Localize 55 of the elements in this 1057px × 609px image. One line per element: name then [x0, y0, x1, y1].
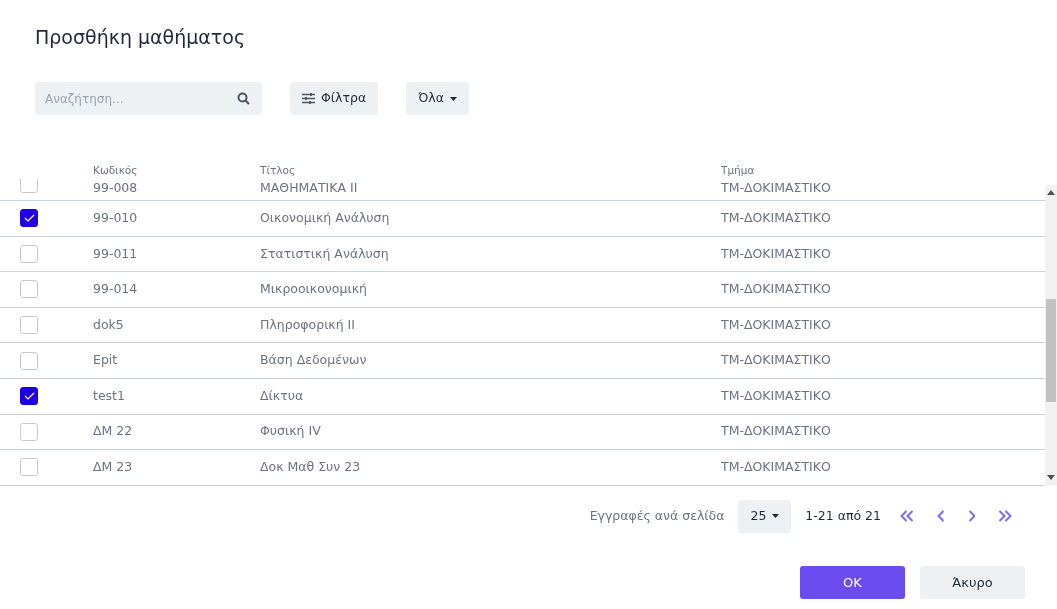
search-field[interactable]: Αναζήτηση...	[35, 82, 262, 115]
table-cell: 99-010	[93, 209, 138, 225]
table-cell: ΤΜ-ΔΟΚΙΜΑΣΤΙΚΟ	[721, 316, 831, 332]
table-cell: 99-011	[93, 245, 138, 261]
scope-dropdown[interactable]: Όλα	[406, 82, 469, 115]
checkbox[interactable]	[20, 387, 38, 406]
table-cell: ΤΜ-ΔΟΚΙΜΑΣΤΙΚΟ	[721, 352, 831, 368]
rows-per-page-dropdown[interactable]: 25	[738, 499, 792, 533]
scrollbar-thumb[interactable]	[1046, 299, 1056, 402]
filters-button[interactable]: Φίλτρα	[290, 82, 379, 115]
table-cell: ΤΜ-ΔΟΚΙΜΑΣΤΙΚΟ	[721, 281, 831, 297]
check-icon	[23, 214, 35, 223]
table-cell: Δοκ Μαθ Συν 23	[260, 459, 361, 475]
table-cell: 99-008	[93, 180, 138, 195]
table-cell: test1	[93, 387, 125, 403]
table-cell: ΤΜ-ΔΟΚΙΜΑΣΤΙΚΟ	[721, 245, 831, 261]
ok-button[interactable]: OK	[800, 565, 905, 599]
table-cell: ΤΜ-ΔΟΚΙΜΑΣΤΙΚΟ	[721, 209, 831, 225]
chevron-icon	[967, 510, 975, 523]
page-range: 1-21 από 21	[805, 506, 881, 525]
table-cell: Φυσική IV	[260, 423, 321, 439]
column-header[interactable]: Τίτλος	[260, 164, 296, 177]
cancel-button[interactable]: Άκυρο	[920, 565, 1025, 599]
table-cell: ΔΜ 23	[93, 459, 133, 475]
table-cell: Μικροοικονομική	[260, 281, 367, 297]
table-cell: 99-014	[93, 281, 138, 297]
table-cell: Πληροφορική ΙΙ	[260, 316, 355, 332]
dialog-title: Προσθήκη μαθήματος	[34, 25, 247, 50]
chevron-icon	[997, 510, 1013, 523]
scroll-down-icon[interactable]	[1047, 475, 1055, 481]
table-cell: ΔΜ 22	[93, 423, 133, 439]
table-cell: Δίκτυα	[260, 387, 304, 403]
table-cell: ΤΜ-ΔΟΚΙΜΑΣΤΙΚΟ	[721, 180, 831, 195]
table-cell: ΤΜ-ΔΟΚΙΜΑΣΤΙΚΟ	[721, 423, 831, 439]
table-cell: Epit	[93, 352, 118, 368]
caret-icon	[449, 96, 457, 101]
table-cell: Οικονομική Ανάλυση	[260, 209, 390, 225]
rows-per-page-label: Εγγραφές ανά σελίδα	[589, 506, 725, 525]
chevron-icon	[899, 510, 915, 523]
table-cell: Στατιστική Ανάλυση	[260, 245, 389, 261]
table-cell: ΤΜ-ΔΟΚΙΜΑΣΤΙΚΟ	[721, 459, 831, 475]
search-icon	[237, 92, 250, 105]
scroll-up-icon[interactable]	[1047, 189, 1055, 195]
chevron-icon	[937, 510, 945, 523]
caret-icon	[772, 514, 780, 519]
scrollbar[interactable]	[1045, 185, 1057, 485]
table-cell: dok5	[93, 316, 124, 332]
table-cell: ΜΑΘΗΜΑΤΙΚΑ ΙΙ	[260, 180, 358, 195]
column-header[interactable]: Κωδικός	[93, 164, 138, 177]
column-header[interactable]: Τμήμα	[721, 164, 755, 177]
checkbox[interactable]	[20, 209, 38, 228]
table-cell: Βάση Δεδομένων	[260, 352, 367, 368]
table-cell: ΤΜ-ΔΟΚΙΜΑΣΤΙΚΟ	[721, 387, 831, 403]
check-icon	[23, 392, 35, 401]
sliders-icon	[302, 93, 315, 104]
